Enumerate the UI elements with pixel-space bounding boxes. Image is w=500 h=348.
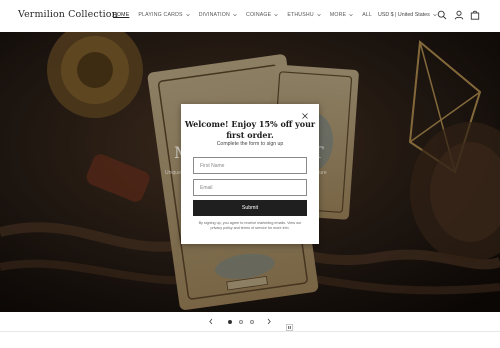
popup-disclaimer: By signing up, you agree to receive mark… bbox=[198, 221, 302, 230]
nav-item-label: ALL bbox=[362, 12, 373, 18]
slide-dot[interactable] bbox=[228, 320, 232, 324]
nav-item-label: DIVINATION bbox=[198, 12, 230, 18]
nav-item-coinage[interactable]: COINAGE bbox=[246, 12, 279, 18]
slide-dot[interactable] bbox=[239, 320, 243, 324]
nav-item-playing-cards[interactable]: PLAYING CARDS bbox=[138, 12, 190, 18]
nav-item-label: MORE bbox=[329, 12, 347, 18]
nav-item-ethushu[interactable]: ETHUSHU bbox=[287, 12, 321, 18]
popup-title: Welcome! Enjoy 15% off your first order. bbox=[181, 119, 319, 140]
hero-subtext-fragment: Unique bbox=[165, 170, 181, 176]
country-selector[interactable]: USD $ | United States bbox=[378, 12, 437, 18]
popup-title-line: first order. bbox=[226, 129, 274, 140]
chevron-right-icon[interactable] bbox=[266, 318, 272, 325]
slideshow-controls bbox=[0, 312, 500, 332]
nav-item-divination[interactable]: DIVINATION bbox=[199, 12, 237, 18]
submit-button[interactable]: Submit bbox=[193, 200, 307, 216]
cart-icon[interactable] bbox=[470, 10, 480, 20]
email-field[interactable] bbox=[193, 179, 307, 196]
chevron-down-icon bbox=[233, 13, 237, 17]
nav-item-label: ETHUSHU bbox=[287, 12, 314, 18]
country-label: USD $ | United States bbox=[378, 12, 430, 18]
nav-item-label: COINAGE bbox=[246, 12, 272, 18]
chevron-down-icon bbox=[349, 13, 353, 17]
nav-item-label: PLAYING CARDS bbox=[138, 12, 183, 18]
chevron-left-icon[interactable] bbox=[208, 318, 214, 325]
main-nav: HOME PLAYING CARDS DIVINATION COINAGE ET… bbox=[113, 12, 381, 18]
signup-popup: Welcome! Enjoy 15% off your first order.… bbox=[181, 104, 319, 244]
popup-subtitle: Complete the form to sign up bbox=[216, 141, 284, 147]
hero-subtext-fragment: ture bbox=[318, 170, 327, 176]
nav-item-home[interactable]: HOME bbox=[113, 12, 129, 18]
nav-item-label: HOME bbox=[113, 12, 130, 18]
chevron-down-icon bbox=[185, 13, 190, 17]
site-logo[interactable]: Vermilion Collection bbox=[18, 9, 118, 20]
pause-icon[interactable] bbox=[286, 318, 293, 331]
slide-dot[interactable] bbox=[250, 320, 254, 324]
nav-item-more[interactable]: MORE bbox=[330, 12, 353, 18]
nav-item-all[interactable]: ALL bbox=[362, 12, 372, 18]
search-icon[interactable] bbox=[437, 10, 447, 20]
account-icon[interactable] bbox=[454, 10, 464, 20]
chevron-down-icon bbox=[317, 13, 321, 17]
chevron-down-icon bbox=[274, 13, 279, 17]
first-name-field[interactable] bbox=[193, 157, 307, 174]
popup-title-line: Welcome! Enjoy 15% off your bbox=[184, 119, 316, 129]
site-header: Vermilion Collection HOME PLAYING CARDS … bbox=[0, 0, 500, 32]
